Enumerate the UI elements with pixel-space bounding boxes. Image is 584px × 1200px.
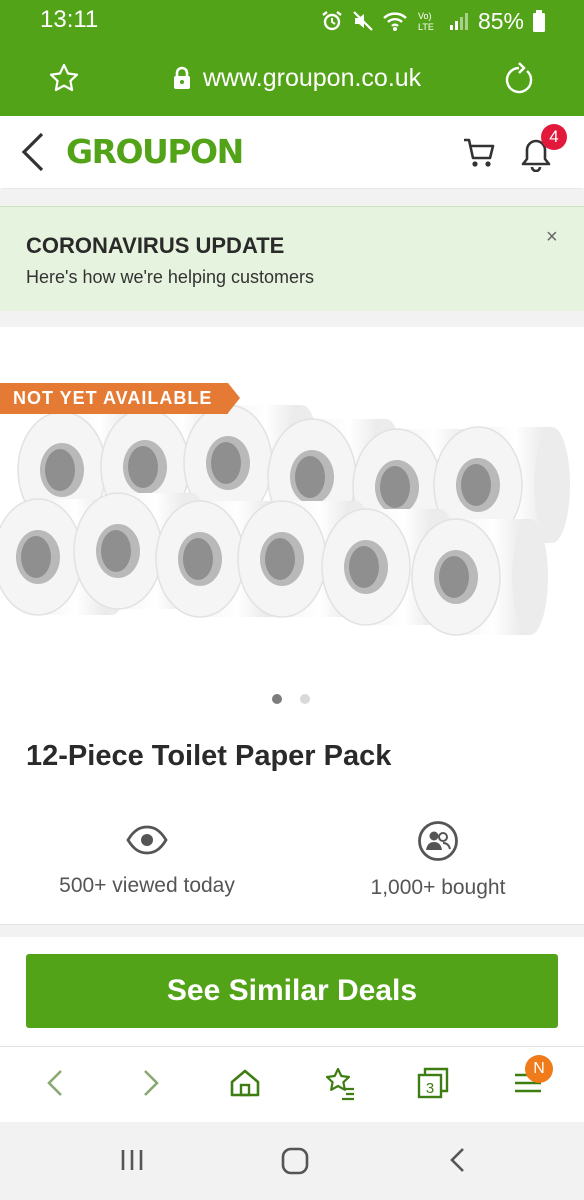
volte-icon: Vo)LTE xyxy=(418,11,434,32)
home-button-icon[interactable] xyxy=(280,1146,310,1176)
browser-forward-icon[interactable] xyxy=(132,1065,168,1101)
system-navigation-bar xyxy=(0,1122,584,1200)
eye-icon xyxy=(126,825,168,855)
status-icons: Vo) LTE 85% xyxy=(320,6,546,36)
groupon-logo[interactable]: GROUPON xyxy=(66,132,244,171)
see-similar-deals-button[interactable]: See Similar Deals xyxy=(26,954,558,1028)
bookmarks-icon[interactable] xyxy=(322,1065,358,1101)
browser-top-bar: 13:11 Vo) LTE 85% www.groupon.co.uk xyxy=(0,0,584,116)
spacer xyxy=(0,190,584,206)
bought-stat: 1,000+ bought xyxy=(313,820,563,900)
product-title: 12-Piece Toilet Paper Pack xyxy=(26,740,392,772)
reload-icon[interactable] xyxy=(503,61,535,95)
signal-icon xyxy=(449,13,468,30)
wifi-icon xyxy=(383,12,407,31)
status-time: 13:11 xyxy=(40,6,99,33)
bookmark-star-icon[interactable] xyxy=(48,62,80,94)
viewed-stat: 500+ viewed today xyxy=(22,820,272,898)
browser-bottom-toolbar: 3 xyxy=(0,1046,584,1123)
close-icon[interactable]: × xyxy=(546,227,558,247)
divider xyxy=(0,924,584,937)
dot-2[interactable] xyxy=(300,694,310,704)
battery-icon xyxy=(533,10,545,32)
lock-icon xyxy=(174,66,190,89)
badge-label: NOT YET AVAILABLE xyxy=(13,388,213,408)
tabs-icon[interactable]: 3 xyxy=(415,1065,451,1101)
browser-back-icon[interactable] xyxy=(38,1065,74,1101)
battery-percentage: 85% xyxy=(477,7,524,34)
site-header: GROUPON xyxy=(0,116,584,188)
image-pagination-dots[interactable] xyxy=(272,694,310,704)
bought-label: 1,000+ bought xyxy=(370,876,506,899)
spacer xyxy=(0,311,584,327)
notification-count-badge: 4 xyxy=(541,124,567,150)
home-icon[interactable] xyxy=(227,1065,263,1101)
alarm-icon xyxy=(322,11,342,31)
svg-text:Vo): Vo) xyxy=(418,11,432,21)
product-image[interactable] xyxy=(0,327,584,687)
banner-title: CORONAVIRUS UPDATE xyxy=(26,233,285,258)
dot-1[interactable] xyxy=(272,694,282,704)
mute-icon xyxy=(353,11,373,31)
tab-count: 3 xyxy=(426,1080,434,1097)
recent-apps-icon[interactable] xyxy=(118,1146,146,1174)
url-field[interactable]: www.groupon.co.uk xyxy=(203,64,421,93)
coronavirus-banner[interactable]: CORONAVIRUS UPDATE Here's how we're help… xyxy=(0,206,584,312)
banner-subtitle: Here's how we're helping customers xyxy=(26,267,314,287)
svg-text:LTE: LTE xyxy=(418,22,434,32)
cart-icon[interactable] xyxy=(462,136,496,170)
system-back-icon[interactable] xyxy=(444,1146,472,1174)
not-available-badge: NOT YET AVAILABLE xyxy=(0,383,240,414)
people-icon xyxy=(418,821,458,861)
viewed-label: 500+ viewed today xyxy=(59,874,235,897)
back-arrow-icon[interactable] xyxy=(18,130,50,174)
menu-new-badge: N xyxy=(525,1055,553,1083)
